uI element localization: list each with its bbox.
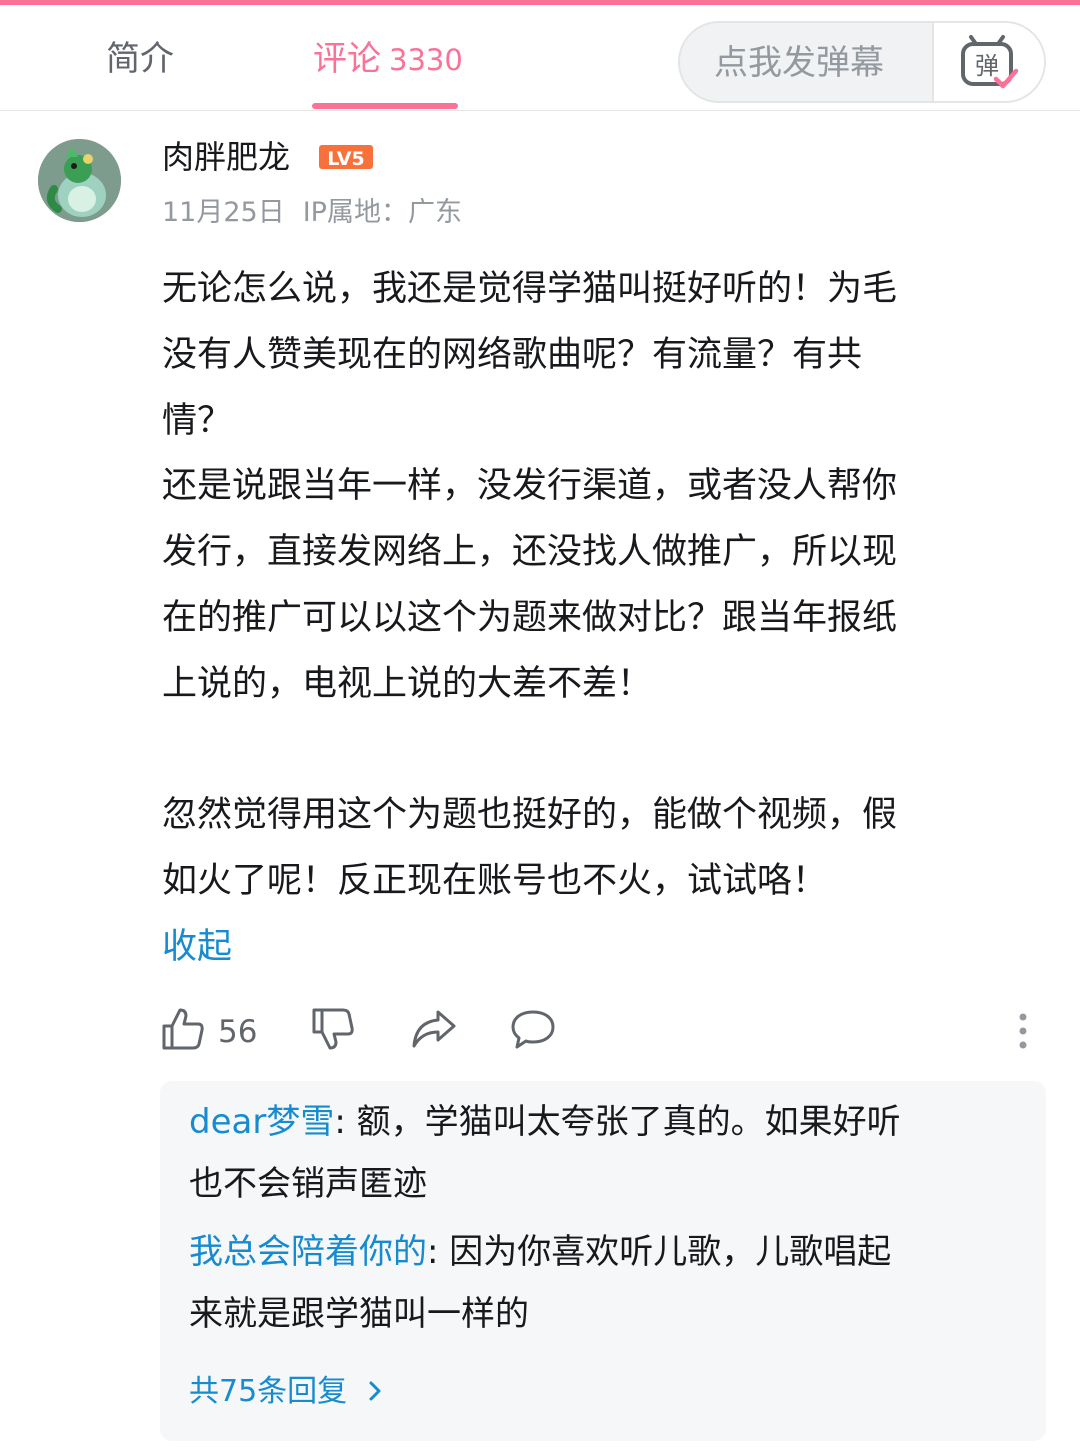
like-count: 56	[218, 1014, 258, 1050]
collapse-link[interactable]: 收起	[162, 915, 1032, 981]
comment-date: 11月25日	[162, 197, 285, 228]
danmaku-toggle-button[interactable]: 弹	[932, 23, 1044, 101]
comment-line: 发行，直接发网络上，还没找人做推广，所以现	[162, 532, 898, 573]
reply-bubble-icon[interactable]	[510, 1006, 556, 1052]
reply-text-cont: 来就是跟学猫叫一样的	[189, 1294, 529, 1334]
thumbs-up-icon[interactable]	[160, 1006, 206, 1052]
comment-line: 无论怎么说，我还是觉得学猫叫挺好听的！为毛	[162, 269, 898, 309]
comment-line: 如火了呢！反正现在账号也不火，试试咯！	[162, 861, 828, 902]
tab-comments[interactable]: 评论 3330	[313, 39, 463, 80]
chevron-right-icon	[369, 1381, 381, 1401]
danmaku-toggle-icon: 弹	[961, 35, 1019, 89]
danmaku-placeholder: 点我发弹幕	[714, 43, 884, 83]
comment-line: 在的推广可以以这个为题来做对比？跟当年报纸	[162, 597, 898, 638]
avatar[interactable]	[38, 139, 121, 222]
reply-text-cont: 也不会销声匿迹	[189, 1164, 427, 1204]
comment-meta: 11月25日 IP属地：广东	[162, 196, 462, 230]
danmaku-input[interactable]: 点我发弹幕 弹	[678, 21, 1046, 103]
comment-line: 忽然觉得用这个为题也挺好的，能做个视频，假	[162, 795, 898, 836]
share-icon[interactable]	[410, 1006, 458, 1052]
level-badge: LV5	[319, 145, 373, 170]
more-vertical-icon[interactable]	[1016, 1012, 1030, 1052]
level-text: LV5	[327, 148, 364, 170]
thumbs-down-icon[interactable]	[310, 1006, 356, 1052]
comment-line: 没有人赞美现在的网络歌曲呢？有流量？有共	[162, 334, 863, 375]
tab-bar: 简介 评论 3330 点我发弹幕 弹	[0, 5, 1080, 111]
reply-text: : 因为你喜欢听儿歌，儿歌唱起	[427, 1232, 892, 1272]
danmaku-glyph: 弹	[975, 52, 999, 80]
comment-line: 情？	[162, 400, 233, 441]
comment-ip-location: IP属地：广东	[302, 197, 462, 228]
reply-item[interactable]: 我总会陪着你的: 因为你喜欢听儿歌，儿歌唱起 来就是跟学猫叫一样的	[189, 1221, 1019, 1345]
reply-author[interactable]: dear梦雪	[189, 1102, 334, 1142]
view-all-replies-link[interactable]: 共75条回复	[189, 1372, 385, 1412]
comment-blank-line	[162, 718, 1032, 784]
comment-username[interactable]: 肉胖肥龙	[162, 136, 290, 178]
tab-comments-label: 评论	[313, 39, 381, 79]
comment-line: 还是说跟当年一样，没发行渠道，或者没人帮你	[162, 466, 898, 507]
reply-text: : 额，学猫叫太夸张了真的。如果好听	[334, 1102, 901, 1142]
comment-actions: 56	[160, 1006, 1040, 1056]
reply-author[interactable]: 我总会陪着你的	[189, 1232, 427, 1272]
comment-line: 上说的，电视上说的大差不差！	[162, 663, 653, 704]
reply-item[interactable]: dear梦雪: 额，学猫叫太夸张了真的。如果好听 也不会销声匿迹	[189, 1091, 1019, 1215]
tab-intro[interactable]: 简介	[106, 39, 174, 79]
active-tab-indicator	[312, 103, 458, 109]
view-all-replies-label: 共75条回复	[189, 1374, 348, 1409]
comments-count: 3330	[389, 43, 463, 77]
comment-body: 无论怎么说，我还是觉得学猫叫挺好听的！为毛 没有人赞美现在的网络歌曲呢？有流量？…	[162, 257, 1032, 981]
